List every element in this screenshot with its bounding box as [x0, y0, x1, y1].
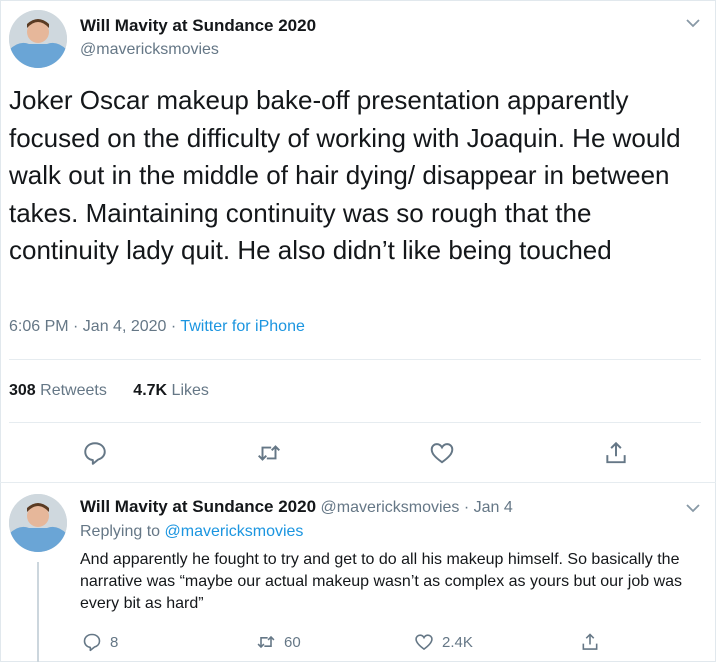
author-avatar[interactable]: [9, 10, 67, 68]
reply-author-name[interactable]: Will Mavity at Sundance 2020: [80, 497, 316, 516]
author-name[interactable]: Will Mavity at Sundance 2020: [80, 16, 316, 36]
reply-action[interactable]: 8: [82, 632, 118, 652]
reply-text: And apparently he fought to try and get …: [80, 551, 683, 612]
like-count: 2.4K: [442, 633, 473, 651]
tweet-stats: 308 Retweets 4.7K Likes: [9, 382, 209, 400]
retweet-action[interactable]: 60: [256, 632, 301, 652]
retweet-icon: [257, 635, 275, 649]
tweet-meta: 6:06 PM · Jan 4, 2020 · Twitter for iPho…: [9, 318, 305, 336]
divider: [9, 359, 701, 360]
reply-icon[interactable]: [82, 440, 108, 466]
reply-author-avatar[interactable]: [9, 494, 67, 552]
replying-to: Replying to @mavericksmovies: [80, 523, 303, 541]
retweet-icon[interactable]: [256, 440, 282, 466]
divider: [0, 482, 716, 483]
retweets-count: 308: [9, 382, 36, 399]
share-icon: [582, 633, 598, 650]
like-action[interactable]: 2.4K: [414, 632, 473, 652]
replying-mention-link[interactable]: @mavericksmovies: [165, 523, 304, 540]
tweet-time-date[interactable]: 6:06 PM · Jan 4, 2020 ·: [9, 318, 180, 335]
reply-icon: [83, 633, 101, 652]
reply-header: Will Mavity at Sundance 2020 @mavericksm…: [80, 497, 513, 517]
heart-icon[interactable]: [429, 440, 455, 466]
reply-author-handle-date[interactable]: @mavericksmovies · Jan 4: [316, 499, 512, 516]
retweets-stat[interactable]: 308 Retweets: [9, 382, 107, 399]
tweet-source-link[interactable]: Twitter for iPhone: [180, 318, 305, 335]
likes-label: Likes: [167, 382, 209, 399]
heart-icon: [415, 634, 433, 651]
replying-prefix: Replying to: [80, 523, 165, 540]
likes-stat[interactable]: 4.7K Likes: [133, 382, 209, 399]
reply-count: 8: [110, 633, 119, 651]
author-handle[interactable]: @mavericksmovies: [80, 41, 219, 59]
tweet-text: Joker Oscar makeup bake-off presentation…: [9, 85, 681, 265]
thread-connector-line: [37, 562, 39, 662]
share-action[interactable]: [580, 632, 600, 652]
divider: [9, 422, 701, 423]
share-icon[interactable]: [603, 440, 629, 466]
chevron-down-icon[interactable]: [684, 499, 702, 517]
likes-count: 4.7K: [133, 382, 168, 399]
chevron-down-icon[interactable]: [684, 14, 702, 32]
retweet-count: 60: [284, 633, 301, 651]
retweets-label: Retweets: [35, 382, 107, 399]
